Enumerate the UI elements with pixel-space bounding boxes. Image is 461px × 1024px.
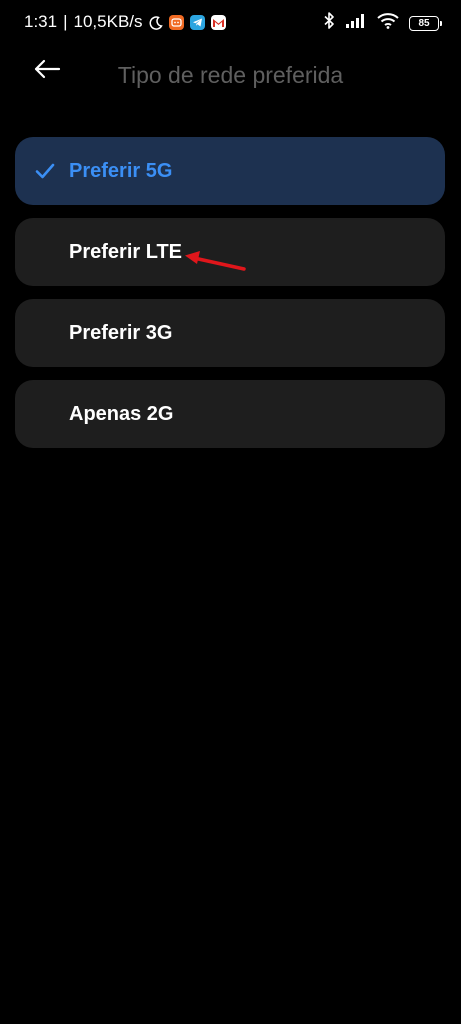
wifi-icon xyxy=(377,12,399,34)
moon-icon xyxy=(149,15,163,30)
option-label: Preferir LTE xyxy=(69,241,182,263)
battery-level: 85 xyxy=(418,17,430,29)
status-separator: | xyxy=(63,12,68,31)
status-time: 1:31 xyxy=(24,12,58,31)
mi-app-icon xyxy=(168,14,184,30)
battery-icon: 85 xyxy=(409,15,442,31)
status-bar-right: 85 xyxy=(323,12,442,34)
annotation-arrow-icon xyxy=(180,246,250,274)
option-label: Apenas 2G xyxy=(69,403,174,425)
option-label: Preferir 3G xyxy=(69,322,173,344)
page-title: Tipo de rede preferida xyxy=(117,62,344,88)
option-only-2g[interactable]: Apenas 2G xyxy=(15,380,445,448)
option-label: Preferir 5G xyxy=(69,160,173,182)
option-prefer-5g[interactable]: Preferir 5G xyxy=(15,137,445,205)
network-speed: 10,5KB/s xyxy=(73,12,143,31)
telegram-icon xyxy=(189,14,205,30)
option-prefer-3g[interactable]: Preferir 3G xyxy=(15,299,445,367)
network-type-options: Preferir 5G Preferir LTE Preferir 3G Ape… xyxy=(15,137,445,461)
status-bar-left: 1:31 | 10,5KB/s xyxy=(24,12,226,32)
header: Tipo de rede preferida xyxy=(0,46,461,108)
check-icon xyxy=(35,162,55,180)
signal-icon xyxy=(345,13,367,33)
bluetooth-icon xyxy=(323,12,335,34)
gmail-icon xyxy=(210,14,226,30)
status-bar: 1:31 | 10,5KB/s 85 xyxy=(0,0,461,46)
